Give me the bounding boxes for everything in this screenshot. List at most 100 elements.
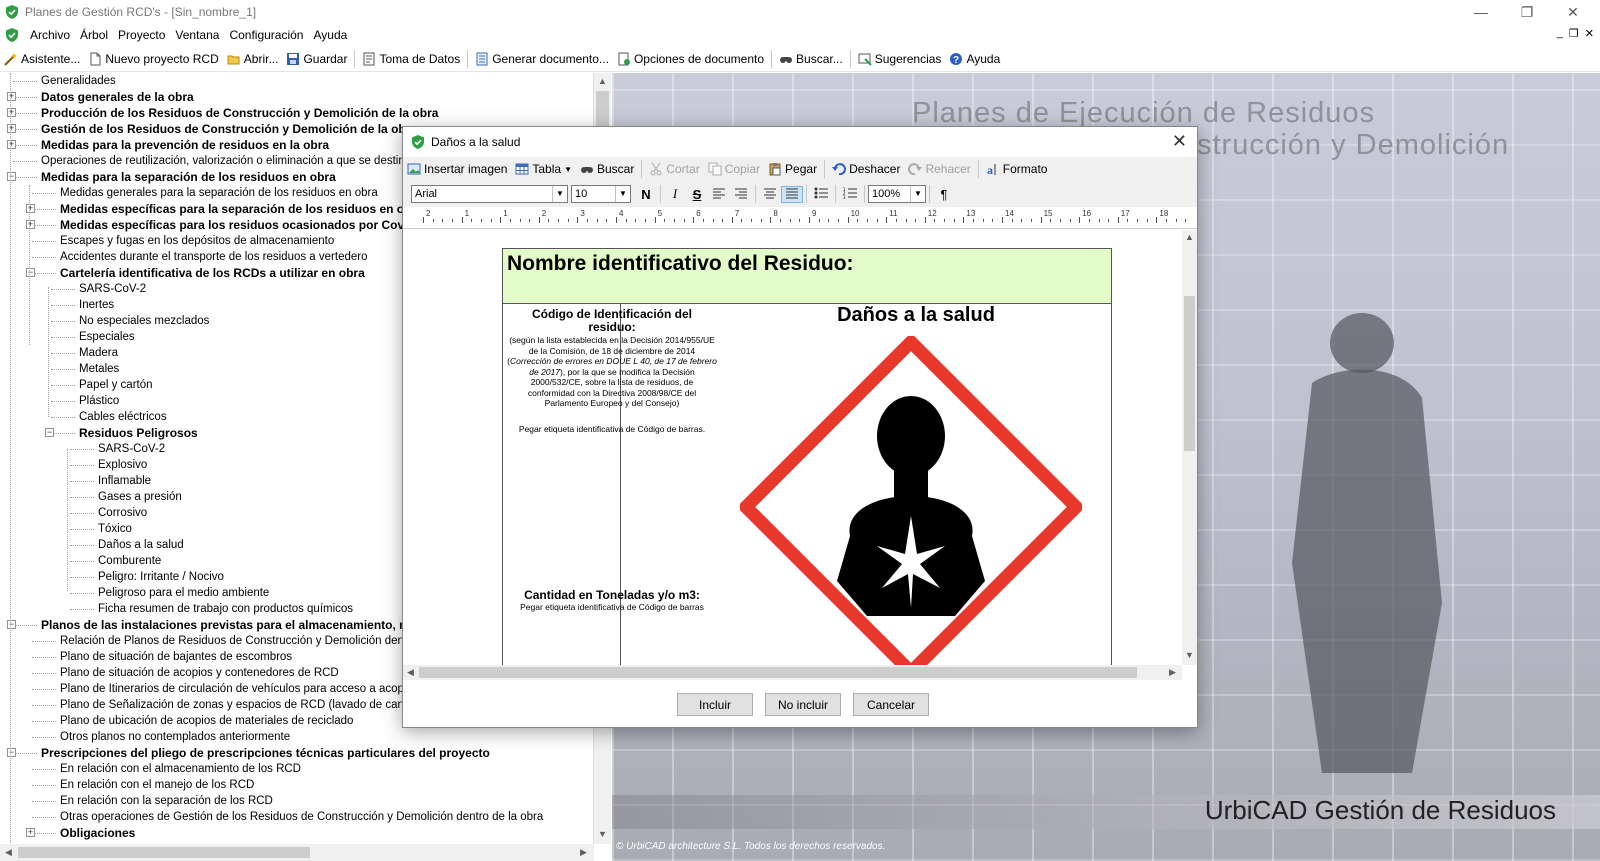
- tree-item[interactable]: Papel y cartón: [79, 377, 153, 393]
- align-center-icon[interactable]: [759, 187, 781, 202]
- strikethrough-button[interactable]: S: [686, 187, 708, 202]
- tree-item[interactable]: En relación con el almacenamiento de los…: [60, 761, 301, 777]
- asistente-button[interactable]: Asistente...: [0, 52, 84, 66]
- tree-horizontal-scroll-thumb[interactable]: [18, 847, 310, 858]
- tree-item[interactable]: No especiales mezclados: [79, 313, 209, 329]
- incluir-button[interactable]: Incluir: [677, 693, 753, 716]
- tree-item[interactable]: Plano de situación de acopios y contened…: [60, 665, 339, 681]
- paragraph-marks-button[interactable]: ¶: [933, 187, 955, 202]
- menu-archivo[interactable]: Archivo: [25, 28, 75, 42]
- scroll-right-arrow-icon[interactable]: ▶: [580, 847, 587, 858]
- scroll-left-arrow-icon[interactable]: ◀: [5, 847, 12, 858]
- tree-item[interactable]: Residuos Peligrosos: [79, 425, 198, 441]
- tree-item[interactable]: Comburente: [98, 553, 161, 569]
- dialog-buscar-button[interactable]: Buscar: [576, 162, 638, 176]
- tree-item[interactable]: SARS-CoV-2: [79, 281, 146, 297]
- tree-item[interactable]: Plástico: [79, 393, 119, 409]
- cancelar-button[interactable]: Cancelar: [853, 693, 929, 716]
- align-left-icon[interactable]: [708, 187, 730, 202]
- doc-scroll-left-arrow-icon[interactable]: ◀: [407, 667, 414, 678]
- minimize-button[interactable]: —: [1458, 0, 1504, 24]
- pegar-button[interactable]: Pegar: [764, 162, 821, 176]
- tree-item[interactable]: Medidas generales para la separación de …: [60, 185, 378, 201]
- font-dropdown-icon[interactable]: ▼: [552, 186, 567, 202]
- tree-item[interactable]: Plano de situación de bajantes de escomb…: [60, 649, 292, 665]
- nuevo-proyecto-button[interactable]: Nuevo proyecto RCD: [84, 52, 222, 66]
- collapse-icon[interactable]: −: [7, 172, 16, 181]
- menu-configuracion[interactable]: Configuración: [224, 28, 308, 42]
- expand-icon[interactable]: +: [7, 124, 16, 133]
- doc-scroll-up-arrow-icon[interactable]: ▲: [1185, 232, 1194, 242]
- collapse-icon[interactable]: −: [26, 268, 35, 277]
- tree-item[interactable]: Madera: [79, 345, 118, 361]
- sugerencias-button[interactable]: Sugerencias: [854, 52, 946, 66]
- bullet-list-icon[interactable]: [810, 187, 832, 202]
- expand-icon[interactable]: +: [7, 140, 16, 149]
- no-incluir-button[interactable]: No incluir: [765, 693, 841, 716]
- insertar-imagen-button[interactable]: Insertar imagen: [403, 162, 511, 176]
- tree-item[interactable]: Corrosivo: [98, 505, 147, 521]
- expand-icon[interactable]: +: [7, 92, 16, 101]
- tree-item[interactable]: Plano de ubicación de acopios de materia…: [60, 713, 353, 729]
- ayuda-button[interactable]: ? Ayuda: [945, 52, 1004, 66]
- tree-item[interactable]: Otras operaciones de Gestión de los Resi…: [60, 809, 543, 825]
- tree-item[interactable]: Accidentes durante el transporte de los …: [60, 249, 368, 265]
- document-area[interactable]: Nombre identificativo del Residuo: Códig…: [403, 230, 1182, 665]
- tree-item[interactable]: Datos generales de la obra: [41, 89, 194, 105]
- tree-item[interactable]: Medidas específicas para los residuos oc…: [60, 217, 432, 233]
- italic-button[interactable]: I: [664, 186, 686, 202]
- document-vertical-scroll-thumb[interactable]: [1184, 296, 1195, 451]
- collapse-icon[interactable]: −: [7, 620, 16, 629]
- tree-item[interactable]: SARS-CoV-2: [98, 441, 165, 457]
- doc-scroll-down-arrow-icon[interactable]: ▼: [1185, 650, 1194, 660]
- document-horizontal-scrollbar[interactable]: ◀ ▶: [403, 665, 1182, 680]
- tree-item[interactable]: Tóxico: [98, 521, 132, 537]
- tree-item[interactable]: Generalidades: [41, 73, 116, 89]
- tree-item[interactable]: Daños a la salud: [98, 537, 184, 553]
- tree-item[interactable]: Medidas para la prevención de residuos e…: [41, 137, 329, 153]
- tree-item[interactable]: Inflamable: [98, 473, 151, 489]
- menu-arbol[interactable]: Árbol: [75, 28, 113, 42]
- tree-item[interactable]: Gases a presión: [98, 489, 182, 505]
- zoom-select[interactable]: 100% ▼: [868, 185, 926, 203]
- tabla-button[interactable]: Tabla ▼: [511, 162, 576, 176]
- tree-item[interactable]: Medidas para la separación de los residu…: [41, 169, 336, 185]
- tree-item[interactable]: Metales: [79, 361, 119, 377]
- tree-item[interactable]: En relación con el manejo de los RCD: [60, 777, 254, 793]
- tree-item[interactable]: Inertes: [79, 297, 114, 313]
- zoom-dropdown-icon[interactable]: ▼: [910, 186, 925, 202]
- font-size-dropdown-icon[interactable]: ▼: [615, 186, 630, 202]
- tree-item[interactable]: Escapes y fugas en los depósitos de alma…: [60, 233, 334, 249]
- document-vertical-scrollbar[interactable]: ▲ ▼: [1182, 230, 1197, 665]
- scroll-down-arrow-icon[interactable]: ▼: [598, 829, 607, 839]
- doc-scroll-right-arrow-icon[interactable]: ▶: [1169, 667, 1176, 678]
- expand-icon[interactable]: +: [7, 108, 16, 117]
- tree-item[interactable]: Explosivo: [98, 457, 147, 473]
- tabla-dropdown-icon[interactable]: ▼: [564, 165, 572, 174]
- tree-item[interactable]: Cables eléctricos: [79, 409, 167, 425]
- tree-item[interactable]: Medidas específicas para la separación d…: [60, 201, 423, 217]
- rehacer-button[interactable]: Rehacer: [904, 162, 974, 176]
- expand-icon[interactable]: +: [26, 220, 35, 229]
- tree-item[interactable]: Cartelería identificativa de los RCDs a …: [60, 265, 365, 281]
- dialog-close-button[interactable]: ✕: [1172, 131, 1187, 152]
- cortar-button[interactable]: Cortar: [645, 162, 703, 176]
- tree-item[interactable]: Especiales: [79, 329, 135, 345]
- scroll-up-arrow-icon[interactable]: ▲: [598, 76, 607, 86]
- deshacer-button[interactable]: Deshacer: [828, 162, 904, 176]
- align-right-icon[interactable]: [730, 187, 752, 202]
- abrir-button[interactable]: Abrir...: [223, 52, 283, 66]
- buscar-button[interactable]: Buscar...: [775, 52, 847, 66]
- tree-item[interactable]: Prescripciones del pliego de prescripcio…: [41, 745, 490, 761]
- maximize-button[interactable]: ❐: [1504, 0, 1550, 24]
- collapse-icon[interactable]: −: [7, 748, 16, 757]
- tree-item[interactable]: Ficha resumen de trabajo con productos q…: [98, 601, 353, 617]
- generar-documento-button[interactable]: Generar documento...: [471, 52, 613, 66]
- tree-horizontal-scrollbar[interactable]: ◀ ▶: [0, 844, 594, 861]
- mdi-minimize-button[interactable]: _: [1557, 27, 1563, 40]
- residue-name-header[interactable]: Nombre identificativo del Residuo:: [502, 248, 1112, 304]
- tree-item[interactable]: Obligaciones: [60, 825, 135, 841]
- ruler[interactable]: 2 1 1 2 3 4 5 6 7 8 9 10 11 12 13 14 15 16 17 18: [403, 207, 1197, 229]
- formato-button[interactable]: a Formato: [982, 162, 1052, 176]
- align-justify-icon[interactable]: [781, 185, 803, 203]
